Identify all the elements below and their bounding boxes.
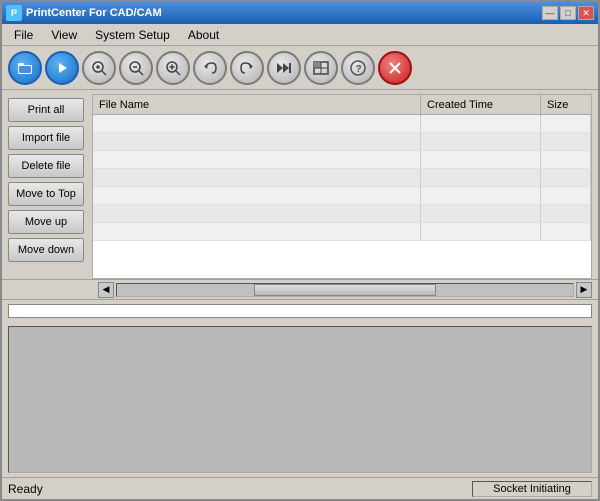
zoom-out-button[interactable]	[119, 51, 153, 85]
cell-created	[421, 205, 541, 222]
main-window: P PrintCenter For CAD/CAM — □ ✕ File Vie…	[0, 0, 600, 501]
cell-size	[541, 169, 591, 186]
menu-file[interactable]: File	[6, 26, 41, 44]
zoom-fit-button[interactable]	[156, 51, 190, 85]
col-filename-header: File Name	[93, 95, 421, 114]
table-row[interactable]	[93, 223, 591, 241]
table-body	[93, 115, 591, 278]
close-window-button[interactable]: ✕	[578, 6, 594, 20]
menu-about[interactable]: About	[180, 26, 227, 44]
table-row[interactable]	[93, 151, 591, 169]
cell-created	[421, 133, 541, 150]
cell-created	[421, 169, 541, 186]
delete-file-button[interactable]: Delete file	[8, 154, 84, 178]
cell-filename	[93, 205, 421, 222]
window-title: PrintCenter For CAD/CAM	[26, 7, 162, 19]
cell-size	[541, 133, 591, 150]
restore-button[interactable]: □	[560, 6, 576, 20]
table-row[interactable]	[93, 133, 591, 151]
scroll-right-button[interactable]: ▶	[576, 282, 592, 298]
play-button[interactable]	[45, 51, 79, 85]
redo-button[interactable]	[230, 51, 264, 85]
import-file-button[interactable]: Import file	[8, 126, 84, 150]
col-size-header: Size	[541, 95, 591, 114]
status-right: Socket Initiating	[472, 481, 592, 497]
toolbar: ?	[2, 46, 598, 90]
col-created-header: Created Time	[421, 95, 541, 114]
table-row[interactable]	[93, 169, 591, 187]
stop-button[interactable]	[378, 51, 412, 85]
file-table: File Name Created Time Size	[92, 94, 592, 279]
scroll-left-button[interactable]: ◀	[98, 282, 114, 298]
table-panel: Print all Import file Delete file Move t…	[2, 90, 598, 280]
horizontal-scrollbar[interactable]: ◀ ▶	[2, 280, 598, 300]
cell-size	[541, 223, 591, 240]
progress-row	[2, 300, 598, 322]
menu-system-setup[interactable]: System Setup	[87, 26, 178, 44]
layout-button[interactable]	[304, 51, 338, 85]
progress-bar	[8, 304, 592, 318]
cell-filename	[93, 133, 421, 150]
cell-filename	[93, 169, 421, 186]
cell-filename	[93, 187, 421, 204]
move-down-button[interactable]: Move down	[8, 238, 84, 262]
svg-text:?: ?	[356, 64, 362, 75]
status-left: Ready	[8, 482, 43, 496]
app-icon: P	[6, 5, 22, 21]
help-button[interactable]: ?	[341, 51, 375, 85]
zoom-in-button[interactable]	[82, 51, 116, 85]
cell-created	[421, 187, 541, 204]
cell-size	[541, 187, 591, 204]
cell-created	[421, 115, 541, 132]
table-header: File Name Created Time Size	[93, 95, 591, 115]
preview-area	[8, 326, 592, 473]
scroll-track[interactable]	[116, 283, 574, 297]
table-row[interactable]	[93, 187, 591, 205]
left-buttons: Print all Import file Delete file Move t…	[2, 90, 92, 279]
cell-created	[421, 151, 541, 168]
title-bar: P PrintCenter For CAD/CAM — □ ✕	[2, 2, 598, 24]
minimize-button[interactable]: —	[542, 6, 558, 20]
main-content: Print all Import file Delete file Move t…	[2, 90, 598, 477]
open-button[interactable]	[8, 51, 42, 85]
print-all-button[interactable]: Print all	[8, 98, 84, 122]
move-to-top-button[interactable]: Move to Top	[8, 182, 84, 206]
scroll-thumb[interactable]	[254, 284, 436, 296]
status-bar: Ready Socket Initiating	[2, 477, 598, 499]
skip-button[interactable]	[267, 51, 301, 85]
table-row[interactable]	[93, 205, 591, 223]
cell-size	[541, 115, 591, 132]
table-row[interactable]	[93, 115, 591, 133]
cell-size	[541, 151, 591, 168]
title-bar-controls: — □ ✕	[542, 6, 594, 20]
cell-filename	[93, 151, 421, 168]
menu-view[interactable]: View	[43, 26, 85, 44]
undo-button[interactable]	[193, 51, 227, 85]
cell-filename	[93, 115, 421, 132]
cell-size	[541, 205, 591, 222]
menu-bar: File View System Setup About	[2, 24, 598, 46]
cell-created	[421, 223, 541, 240]
cell-filename	[93, 223, 421, 240]
move-up-button[interactable]: Move up	[8, 210, 84, 234]
title-bar-left: P PrintCenter For CAD/CAM	[6, 5, 162, 21]
